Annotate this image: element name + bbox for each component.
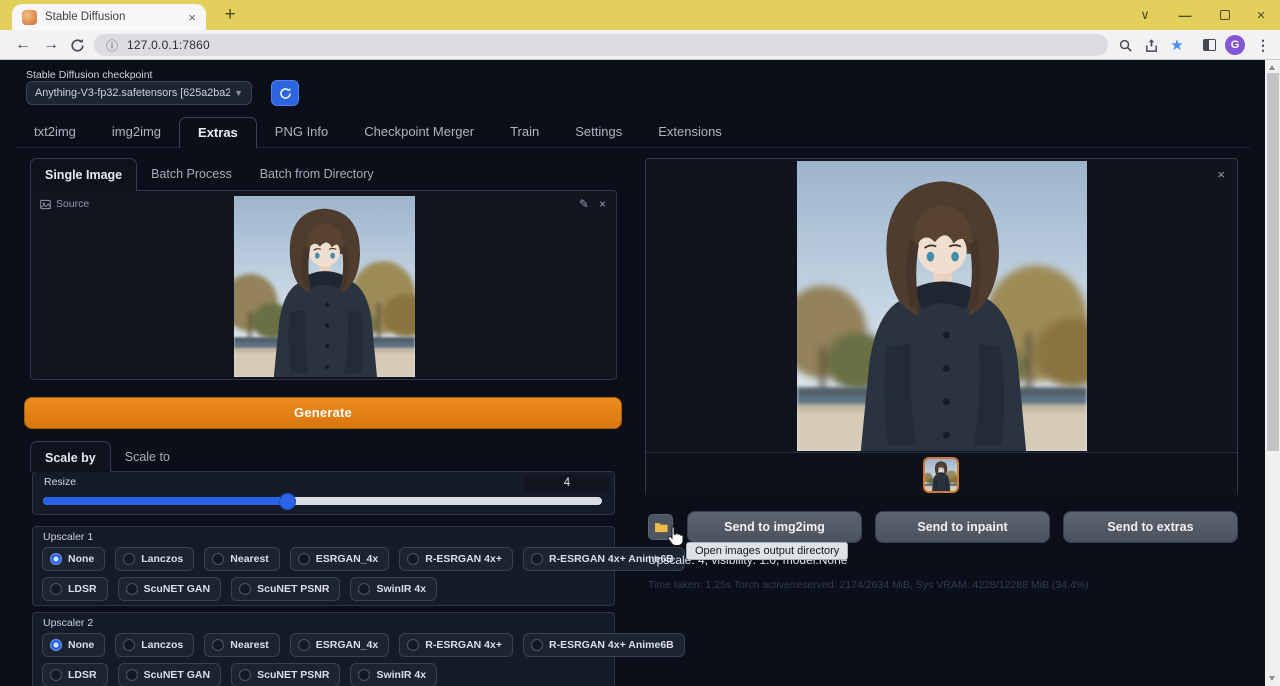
- result-gallery: ×: [645, 158, 1238, 497]
- slider-thumb[interactable]: [280, 494, 295, 509]
- edit-image-icon[interactable]: ✎: [579, 197, 589, 211]
- upscaler1-label: Upscaler 1: [43, 531, 93, 543]
- window-menu-chevron-icon[interactable]: ∨: [1130, 0, 1160, 30]
- back-icon[interactable]: ←: [10, 32, 36, 58]
- tab-settings[interactable]: Settings: [557, 117, 640, 147]
- source-image-dropzone[interactable]: Source ✎ ×: [30, 190, 617, 380]
- upscaler2-option-none[interactable]: None: [42, 633, 105, 657]
- tab-extensions[interactable]: Extensions: [640, 117, 740, 147]
- tab-batch-process[interactable]: Batch Process: [137, 158, 246, 191]
- upscaler1-option-nearest[interactable]: Nearest: [204, 547, 280, 571]
- window-maximize-button[interactable]: [1210, 0, 1240, 30]
- checkpoint-dropdown[interactable]: Anything-V3-fp32.safetensors [625a2ba2] …: [26, 81, 252, 105]
- upscaler2-option-esrgan4x[interactable]: ESRGAN_4x: [290, 633, 389, 657]
- browser-tab-bar: Stable Diffusion × + ∨ — ×: [0, 0, 1280, 30]
- window-close-button[interactable]: ×: [1246, 0, 1276, 30]
- window-minimize-button[interactable]: —: [1170, 0, 1200, 30]
- source-image: [234, 196, 415, 377]
- site-info-icon[interactable]: ⓘ: [106, 37, 118, 54]
- bookmark-star-icon[interactable]: ★: [1164, 32, 1190, 58]
- gallery-thumbnail-selected[interactable]: [923, 457, 959, 493]
- upscaler1-option-scunet-gan[interactable]: ScuNET GAN: [118, 577, 222, 601]
- main-tab-bar: txt2img img2img Extras PNG Info Checkpoi…: [16, 117, 1250, 148]
- upscaler2-option-nearest[interactable]: Nearest: [204, 633, 280, 657]
- browser-tab-title: Stable Diffusion: [45, 11, 186, 23]
- upscaler1-option-esrgan4x[interactable]: ESRGAN_4x: [290, 547, 389, 571]
- refresh-checkpoint-button[interactable]: [271, 80, 299, 106]
- upscaler2-option-swinir4x[interactable]: SwinIR 4x: [350, 663, 437, 686]
- scrollbar-up-arrow[interactable]: [1269, 65, 1275, 70]
- clear-image-icon[interactable]: ×: [599, 197, 606, 211]
- image-source-tab-bar: Single Image Batch Process Batch from Di…: [30, 158, 388, 191]
- extras-left-column: Single Image Batch Process Batch from Di…: [24, 158, 623, 686]
- result-image[interactable]: [797, 161, 1087, 451]
- upscaler1-option-resrgan4x[interactable]: R-ESRGAN 4x+: [399, 547, 513, 571]
- upscaler1-option-swinir4x[interactable]: SwinIR 4x: [350, 577, 437, 601]
- reload-icon[interactable]: [64, 32, 90, 58]
- send-to-img2img-button[interactable]: Send to img2img: [687, 511, 862, 543]
- upscaler2-option-resrgan4x[interactable]: R-ESRGAN 4x+: [399, 633, 513, 657]
- checkpoint-label: Stable Diffusion checkpoint: [26, 69, 152, 81]
- performance-info-text: Time taken: 1.25s Torch active/reserved:…: [648, 579, 1089, 591]
- side-panel-icon[interactable]: [1196, 32, 1222, 58]
- upscaler2-option-scunet-psnr[interactable]: ScuNET PSNR: [231, 663, 340, 686]
- browser-tab[interactable]: Stable Diffusion ×: [12, 4, 206, 30]
- upscaler2-option-ldsr[interactable]: LDSR: [42, 663, 108, 686]
- gallery-actions-row: Send to img2img Send to inpaint Send to …: [645, 511, 1238, 543]
- tab-img2img[interactable]: img2img: [94, 117, 179, 147]
- scrollbar-thumb[interactable]: [1267, 73, 1279, 451]
- upscaler2-label: Upscaler 2: [43, 617, 93, 629]
- slider-fill: [43, 497, 287, 505]
- tab-single-image[interactable]: Single Image: [30, 158, 137, 191]
- send-to-inpaint-button[interactable]: Send to inpaint: [875, 511, 1050, 543]
- tab-extras[interactable]: Extras: [179, 117, 257, 148]
- mouse-cursor-hand-icon: [665, 525, 685, 552]
- zoom-icon[interactable]: [1112, 32, 1138, 58]
- resize-value-input[interactable]: 4: [524, 475, 610, 492]
- upscaler1-panel: Upscaler 1 None Lanczos Nearest ESRGAN_4…: [32, 526, 615, 606]
- address-bar[interactable]: ⓘ 127.0.0.1:7860: [94, 34, 1108, 56]
- scrollbar-down-arrow[interactable]: [1269, 676, 1275, 681]
- tab-png-info[interactable]: PNG Info: [257, 117, 346, 147]
- generate-button[interactable]: Generate: [24, 397, 622, 429]
- gallery-thumbnail-strip: [646, 452, 1237, 497]
- page-scrollbar[interactable]: [1265, 60, 1280, 686]
- screenshot-root: Stable Diffusion × + ∨ — × ← → ⓘ 127.0.0…: [0, 0, 1280, 686]
- upscaler1-option-scunet-psnr[interactable]: ScuNET PSNR: [231, 577, 340, 601]
- scale-tab-bar: Scale by Scale to: [30, 441, 184, 472]
- url-text: 127.0.0.1:7860: [127, 38, 210, 52]
- tab-txt2img[interactable]: txt2img: [16, 117, 94, 147]
- send-to-extras-button[interactable]: Send to extras: [1063, 511, 1238, 543]
- source-label-row: Source: [40, 198, 89, 210]
- tab-batch-from-directory[interactable]: Batch from Directory: [246, 158, 388, 191]
- tab-scale-to[interactable]: Scale to: [111, 441, 184, 472]
- tab-close-icon[interactable]: ×: [186, 10, 198, 25]
- tab-scale-by[interactable]: Scale by: [30, 441, 111, 472]
- upscaler1-option-lanczos[interactable]: Lanczos: [115, 547, 194, 571]
- upscaler2-option-scunet-gan[interactable]: ScuNET GAN: [118, 663, 222, 686]
- forward-icon[interactable]: →: [38, 32, 64, 58]
- avatar[interactable]: G: [1222, 32, 1248, 58]
- extras-right-column: × Send to img2img Send to inpaint Send t…: [645, 158, 1238, 678]
- upscaler1-option-ldsr[interactable]: LDSR: [42, 577, 108, 601]
- source-label: Source: [56, 198, 89, 210]
- stable-diffusion-page: Stable Diffusion checkpoint Anything-V3-…: [0, 60, 1280, 686]
- stable-diffusion-favicon-icon: [22, 10, 37, 25]
- resize-panel: Resize 4: [32, 471, 615, 515]
- tab-train[interactable]: Train: [492, 117, 557, 147]
- gallery-close-icon[interactable]: ×: [1217, 167, 1225, 182]
- upscaler2-option-lanczos[interactable]: Lanczos: [115, 633, 194, 657]
- new-tab-button[interactable]: +: [218, 3, 242, 27]
- upscaler2-panel: Upscaler 2 None Lanczos Nearest ESRGAN_4…: [32, 612, 615, 686]
- checkpoint-value: Anything-V3-fp32.safetensors [625a2ba2]: [35, 87, 230, 99]
- chevron-down-icon: ▼: [234, 88, 243, 98]
- share-icon[interactable]: [1138, 32, 1164, 58]
- folder-button-tooltip: Open images output directory: [686, 542, 848, 560]
- image-icon: [40, 199, 51, 210]
- resize-label: Resize: [44, 476, 76, 488]
- resize-slider[interactable]: [43, 497, 602, 505]
- upscaler1-option-none[interactable]: None: [42, 547, 105, 571]
- browser-menu-icon[interactable]: ⋮: [1250, 32, 1276, 58]
- tab-checkpoint-merger[interactable]: Checkpoint Merger: [346, 117, 492, 147]
